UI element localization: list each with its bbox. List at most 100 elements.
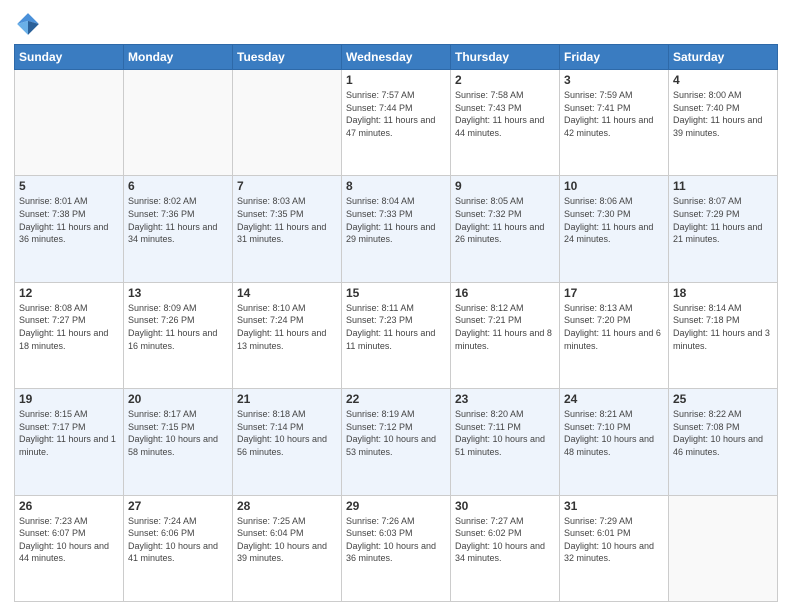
- day-info: Sunrise: 7:23 AM Sunset: 6:07 PM Dayligh…: [19, 515, 119, 565]
- calendar-cell: 27Sunrise: 7:24 AM Sunset: 6:06 PM Dayli…: [124, 495, 233, 601]
- weekday-header-tuesday: Tuesday: [233, 45, 342, 70]
- day-number: 19: [19, 392, 119, 406]
- day-number: 11: [673, 179, 773, 193]
- weekday-header-thursday: Thursday: [451, 45, 560, 70]
- calendar-cell: 2 Sunrise: 7:58 AM Sunset: 7:43 PM Daylig…: [451, 70, 560, 176]
- calendar-cell: 1 Sunrise: 7:57 AM Sunset: 7:44 PM Daylig…: [342, 70, 451, 176]
- day-info: Sunrise: 8:08 AM Sunset: 7:27 PM Dayligh…: [19, 302, 119, 352]
- day-info: Sunrise: 7:25 AM Sunset: 6:04 PM Dayligh…: [237, 515, 337, 565]
- weekday-header-wednesday: Wednesday: [342, 45, 451, 70]
- calendar-cell: 14 Sunrise: 8:10 AM Sunset: 7:24 PM Dayli…: [233, 282, 342, 388]
- day-number: 14: [237, 286, 337, 300]
- day-number: 20: [128, 392, 228, 406]
- day-info: Sunrise: 7:57 AM Sunset: 7:44 PM Dayligh…: [346, 89, 446, 139]
- day-info: Sunrise: 8:05 AM Sunset: 7:32 PM Dayligh…: [455, 195, 555, 245]
- day-number: 18: [673, 286, 773, 300]
- calendar-table: SundayMondayTuesdayWednesdayThursdayFrid…: [14, 44, 778, 602]
- calendar-cell: 11 Sunrise: 8:07 AM Sunset: 7:29 PM Dayli…: [669, 176, 778, 282]
- day-info: Sunrise: 8:09 AM Sunset: 7:26 PM Dayligh…: [128, 302, 228, 352]
- day-number: 25: [673, 392, 773, 406]
- calendar-cell: 26 Sunrise: 7:23 AM Sunset: 6:07 PM Dayli…: [15, 495, 124, 601]
- day-number: 16: [455, 286, 555, 300]
- day-number: 30: [455, 499, 555, 513]
- day-info: Sunrise: 8:03 AM Sunset: 7:35 PM Dayligh…: [237, 195, 337, 245]
- day-number: 24: [564, 392, 664, 406]
- day-number: 17: [564, 286, 664, 300]
- day-number: 31: [564, 499, 664, 513]
- page: SundayMondayTuesdayWednesdayThursdayFrid…: [0, 0, 792, 612]
- day-info: Sunrise: 7:29 AM Sunset: 6:01 PM Dayligh…: [564, 515, 664, 565]
- calendar-cell: 5 Sunrise: 8:01 AM Sunset: 7:38 PM Daylig…: [15, 176, 124, 282]
- calendar-cell: 6 Sunrise: 8:02 AM Sunset: 7:36 PM Daylig…: [124, 176, 233, 282]
- day-number: 1: [346, 73, 446, 87]
- day-number: 26: [19, 499, 119, 513]
- day-info: Sunrise: 8:06 AM Sunset: 7:30 PM Dayligh…: [564, 195, 664, 245]
- day-info: Sunrise: 8:17 AM Sunset: 7:15 PM Dayligh…: [128, 408, 228, 458]
- day-number: 21: [237, 392, 337, 406]
- calendar-week-row: 26 Sunrise: 7:23 AM Sunset: 6:07 PM Dayli…: [15, 495, 778, 601]
- calendar-cell: 30Sunrise: 7:27 AM Sunset: 6:02 PM Dayli…: [451, 495, 560, 601]
- calendar-cell: 12Sunrise: 8:08 AM Sunset: 7:27 PM Dayli…: [15, 282, 124, 388]
- calendar-cell: 15Sunrise: 8:11 AM Sunset: 7:23 PM Dayli…: [342, 282, 451, 388]
- calendar-cell: 21 Sunrise: 8:18 AM Sunset: 7:14 PM Dayli…: [233, 389, 342, 495]
- calendar-cell: 4 Sunrise: 8:00 AM Sunset: 7:40 PM Daylig…: [669, 70, 778, 176]
- day-number: 15: [346, 286, 446, 300]
- day-number: 7: [237, 179, 337, 193]
- calendar-cell: 22 Sunrise: 8:19 AM Sunset: 7:12 PM Dayli…: [342, 389, 451, 495]
- calendar-cell: 31 Sunrise: 7:29 AM Sunset: 6:01 PM Dayli…: [560, 495, 669, 601]
- calendar-week-row: 19Sunrise: 8:15 AM Sunset: 7:17 PM Dayli…: [15, 389, 778, 495]
- day-info: Sunrise: 8:01 AM Sunset: 7:38 PM Dayligh…: [19, 195, 119, 245]
- weekday-header-saturday: Saturday: [669, 45, 778, 70]
- day-info: Sunrise: 8:10 AM Sunset: 7:24 PM Dayligh…: [237, 302, 337, 352]
- calendar-week-row: 1 Sunrise: 7:57 AM Sunset: 7:44 PM Daylig…: [15, 70, 778, 176]
- day-info: Sunrise: 8:04 AM Sunset: 7:33 PM Dayligh…: [346, 195, 446, 245]
- calendar-cell: 3 Sunrise: 7:59 AM Sunset: 7:41 PM Daylig…: [560, 70, 669, 176]
- day-info: Sunrise: 8:18 AM Sunset: 7:14 PM Dayligh…: [237, 408, 337, 458]
- day-info: Sunrise: 8:20 AM Sunset: 7:11 PM Dayligh…: [455, 408, 555, 458]
- weekday-header-monday: Monday: [124, 45, 233, 70]
- day-number: 3: [564, 73, 664, 87]
- calendar-cell: 13Sunrise: 8:09 AM Sunset: 7:26 PM Dayli…: [124, 282, 233, 388]
- day-info: Sunrise: 7:58 AM Sunset: 7:43 PM Dayligh…: [455, 89, 555, 139]
- day-number: 8: [346, 179, 446, 193]
- day-info: Sunrise: 8:14 AM Sunset: 7:18 PM Dayligh…: [673, 302, 773, 352]
- calendar-cell: 29 Sunrise: 7:26 AM Sunset: 6:03 PM Dayli…: [342, 495, 451, 601]
- calendar-cell: 17 Sunrise: 8:13 AM Sunset: 7:20 PM Dayli…: [560, 282, 669, 388]
- calendar-cell: [15, 70, 124, 176]
- calendar-cell: 20 Sunrise: 8:17 AM Sunset: 7:15 PM Dayli…: [124, 389, 233, 495]
- day-number: 27: [128, 499, 228, 513]
- day-info: Sunrise: 7:26 AM Sunset: 6:03 PM Dayligh…: [346, 515, 446, 565]
- day-number: 22: [346, 392, 446, 406]
- day-info: Sunrise: 8:00 AM Sunset: 7:40 PM Dayligh…: [673, 89, 773, 139]
- calendar-cell: 24 Sunrise: 8:21 AM Sunset: 7:10 PM Dayli…: [560, 389, 669, 495]
- day-info: Sunrise: 8:13 AM Sunset: 7:20 PM Dayligh…: [564, 302, 664, 352]
- calendar-week-row: 12Sunrise: 8:08 AM Sunset: 7:27 PM Dayli…: [15, 282, 778, 388]
- day-number: 28: [237, 499, 337, 513]
- calendar-cell: 10Sunrise: 8:06 AM Sunset: 7:30 PM Dayli…: [560, 176, 669, 282]
- day-number: 6: [128, 179, 228, 193]
- weekday-header-friday: Friday: [560, 45, 669, 70]
- calendar-cell: 28 Sunrise: 7:25 AM Sunset: 6:04 PM Dayli…: [233, 495, 342, 601]
- header: [14, 10, 778, 38]
- calendar-cell: [233, 70, 342, 176]
- day-info: Sunrise: 8:21 AM Sunset: 7:10 PM Dayligh…: [564, 408, 664, 458]
- calendar-cell: 7 Sunrise: 8:03 AM Sunset: 7:35 PM Daylig…: [233, 176, 342, 282]
- weekday-header-row: SundayMondayTuesdayWednesdayThursdayFrid…: [15, 45, 778, 70]
- calendar-cell: 19Sunrise: 8:15 AM Sunset: 7:17 PM Dayli…: [15, 389, 124, 495]
- day-number: 4: [673, 73, 773, 87]
- day-number: 5: [19, 179, 119, 193]
- day-info: Sunrise: 8:12 AM Sunset: 7:21 PM Dayligh…: [455, 302, 555, 352]
- day-info: Sunrise: 8:02 AM Sunset: 7:36 PM Dayligh…: [128, 195, 228, 245]
- day-info: Sunrise: 8:19 AM Sunset: 7:12 PM Dayligh…: [346, 408, 446, 458]
- day-info: Sunrise: 7:59 AM Sunset: 7:41 PM Dayligh…: [564, 89, 664, 139]
- calendar-cell: 9Sunrise: 8:05 AM Sunset: 7:32 PM Daylig…: [451, 176, 560, 282]
- day-number: 29: [346, 499, 446, 513]
- day-info: Sunrise: 8:22 AM Sunset: 7:08 PM Dayligh…: [673, 408, 773, 458]
- calendar-cell: 18 Sunrise: 8:14 AM Sunset: 7:18 PM Dayli…: [669, 282, 778, 388]
- calendar-cell: 25 Sunrise: 8:22 AM Sunset: 7:08 PM Dayli…: [669, 389, 778, 495]
- calendar-cell: [669, 495, 778, 601]
- day-info: Sunrise: 8:07 AM Sunset: 7:29 PM Dayligh…: [673, 195, 773, 245]
- calendar-cell: 8 Sunrise: 8:04 AM Sunset: 7:33 PM Daylig…: [342, 176, 451, 282]
- day-number: 2: [455, 73, 555, 87]
- calendar-week-row: 5 Sunrise: 8:01 AM Sunset: 7:38 PM Daylig…: [15, 176, 778, 282]
